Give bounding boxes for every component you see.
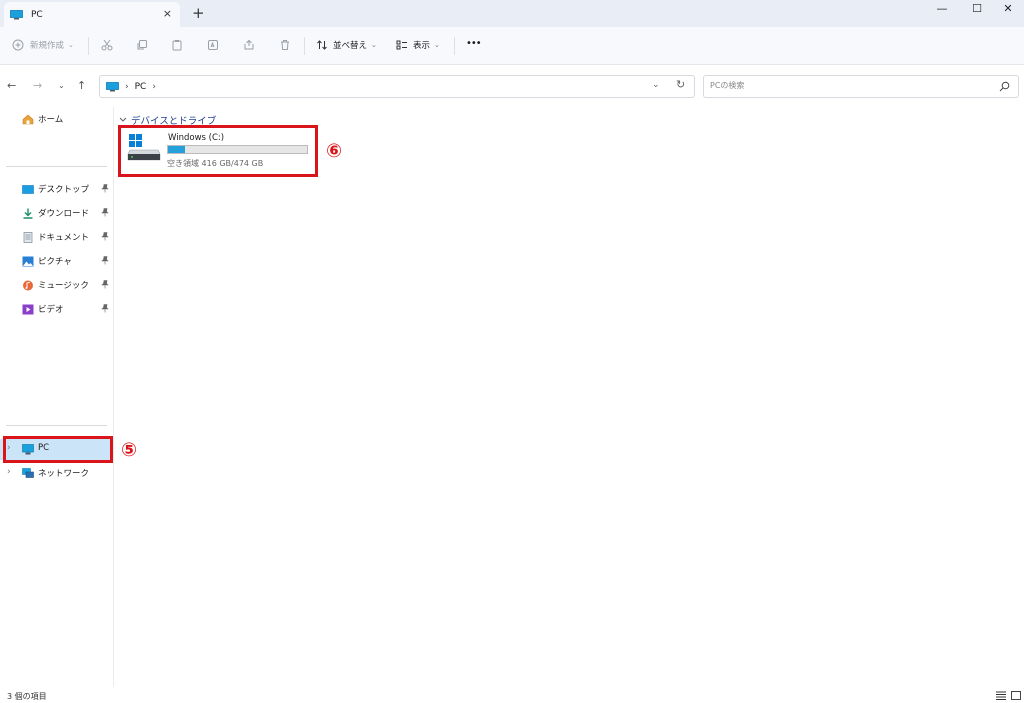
sidebar-item-pictures[interactable]: ピクチャ [0, 251, 113, 271]
address-bar[interactable]: › PC › [99, 75, 695, 98]
chevron-down-icon [119, 117, 127, 122]
document-icon [23, 232, 33, 243]
up-button[interactable]: ↑ [77, 80, 86, 92]
back-button[interactable]: ← [7, 80, 16, 92]
toolbar-divider [304, 37, 305, 55]
view-icon [396, 40, 407, 50]
sort-label: 並べ替え [333, 41, 368, 51]
breadcrumb-chevron-icon[interactable]: › [152, 82, 156, 92]
more-icon: ••• [466, 38, 482, 49]
sidebar-item-network[interactable]: › ネットワーク [0, 463, 113, 483]
large-icons-view-icon[interactable] [1011, 691, 1021, 700]
toolbar-divider [454, 37, 455, 55]
sidebar-item-label: ドキュメント [38, 233, 90, 243]
home-icon [22, 114, 34, 125]
status-bar: 3 個の項目 [0, 687, 1024, 703]
pin-icon[interactable] [101, 232, 109, 241]
toolbar-divider [88, 37, 89, 55]
sidebar-item-videos[interactable]: ビデオ [0, 299, 113, 319]
chevron-down-icon: ⌄ [434, 41, 440, 49]
share-button[interactable] [243, 39, 255, 51]
desktop-icon [22, 185, 34, 194]
sidebar-item-label: ミュージック [38, 281, 89, 291]
details-view-icon[interactable] [996, 691, 1006, 700]
navigation-pane: ホーム デスクトップ ダウンロード ドキュメント ピクチャ ミュージック ビデオ… [0, 107, 114, 687]
more-options-button[interactable]: ••• [466, 38, 482, 49]
download-icon [23, 208, 33, 219]
view-label: 表示 [413, 41, 431, 51]
tab-pc[interactable]: PC × [4, 2, 180, 27]
chevron-down-icon: ⌄ [68, 41, 74, 49]
sidebar-item-desktop[interactable]: デスクトップ [0, 179, 113, 199]
pin-icon[interactable] [101, 208, 109, 217]
chevron-right-icon[interactable]: › [7, 467, 11, 477]
annotation-number-5: ⑤ [121, 439, 138, 461]
annotation-number-6: ⑥ [326, 140, 343, 162]
minimize-button[interactable]: — [932, 2, 952, 15]
share-icon [244, 39, 254, 50]
tab-title: PC [31, 9, 43, 20]
new-label: 新規作成 [30, 41, 65, 51]
forward-button[interactable]: → [33, 80, 42, 92]
sidebar-item-label: ネットワーク [38, 469, 90, 479]
pin-icon[interactable] [101, 184, 109, 193]
sidebar-divider [6, 425, 107, 426]
close-button[interactable]: ✕ [998, 2, 1018, 15]
sidebar-divider [6, 166, 107, 167]
paste-icon [172, 40, 182, 51]
pictures-icon [22, 256, 34, 267]
paste-button[interactable] [171, 39, 183, 51]
network-icon [22, 468, 34, 478]
trash-icon [281, 40, 289, 50]
pc-icon [106, 81, 119, 91]
music-icon [23, 280, 33, 291]
pin-icon[interactable] [101, 280, 109, 289]
copy-icon [137, 40, 147, 50]
pin-icon[interactable] [101, 256, 109, 265]
search-icon[interactable] [999, 81, 1010, 92]
search-input[interactable] [710, 81, 990, 90]
rename-button[interactable] [207, 39, 219, 51]
pc-icon [10, 9, 23, 19]
annotation-box-pc [3, 436, 113, 463]
chevron-down-icon: ⌄ [371, 41, 377, 49]
sidebar-item-label: デスクトップ [38, 185, 90, 195]
sort-button[interactable]: 並べ替え ⌄ [316, 39, 377, 51]
view-button[interactable]: 表示 ⌄ [396, 39, 440, 51]
sidebar-item-documents[interactable]: ドキュメント [0, 227, 113, 247]
video-icon [22, 304, 34, 315]
new-tab-button[interactable]: + [192, 4, 205, 22]
new-button[interactable]: 新規作成 ⌄ [12, 39, 74, 51]
sidebar-item-label: ビデオ [38, 305, 64, 315]
item-count: 3 個の項目 [7, 692, 47, 701]
command-bar: 新規作成 ⌄ 並べ替え ⌄ 表示 ⌄ ••• [0, 27, 1024, 65]
sidebar-item-music[interactable]: ミュージック [0, 275, 113, 295]
sidebar-item-label: ピクチャ [38, 257, 72, 267]
breadcrumb-pc[interactable]: PC [135, 82, 147, 92]
sidebar-item-label: ダウンロード [38, 209, 90, 219]
copy-button[interactable] [136, 39, 148, 51]
cut-button[interactable] [101, 39, 113, 51]
pin-icon[interactable] [101, 304, 109, 313]
sidebar-item-label: ホーム [38, 115, 64, 125]
title-bar: PC × + — ☐ ✕ [0, 0, 1024, 27]
sidebar-item-home[interactable]: ホーム [0, 109, 113, 129]
annotation-box-drive [118, 125, 318, 177]
delete-button[interactable] [279, 39, 291, 51]
sort-icon [317, 40, 327, 50]
cut-icon [101, 39, 113, 51]
refresh-button[interactable]: ↻ [676, 78, 685, 91]
maximize-button[interactable]: ☐ [967, 2, 987, 15]
recent-locations-button[interactable]: ⌄ [58, 80, 65, 92]
breadcrumb-chevron-icon: › [125, 81, 129, 92]
sidebar-item-downloads[interactable]: ダウンロード [0, 203, 113, 223]
plus-circle-icon [12, 39, 24, 51]
search-box[interactable] [703, 75, 1019, 98]
rename-icon [208, 40, 218, 50]
tab-close-button[interactable]: × [163, 7, 172, 20]
address-dropdown-button[interactable]: ⌄ [652, 80, 660, 90]
